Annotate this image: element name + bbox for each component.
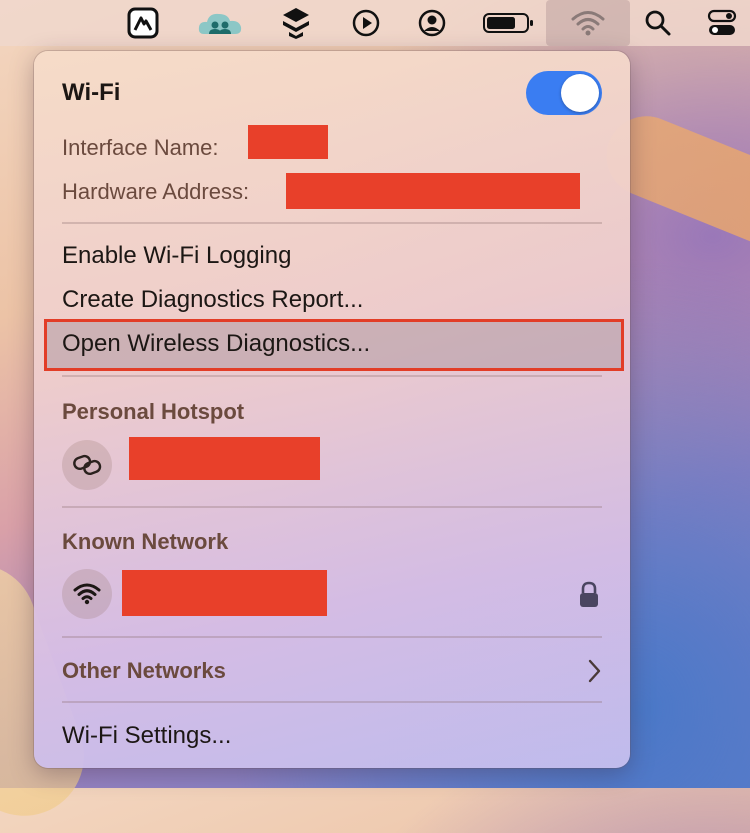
- open-wireless-diagnostics-item[interactable]: Open Wireless Diagnostics...: [62, 330, 370, 358]
- link-icon: [62, 440, 112, 490]
- other-networks-item[interactable]: Other Networks: [62, 658, 226, 684]
- create-diagnostics-report-item[interactable]: Create Diagnostics Report...: [62, 286, 363, 314]
- menu-bar: [0, 0, 750, 46]
- wifi-icon[interactable]: [546, 0, 630, 46]
- interface-name-label: Interface Name:: [62, 135, 219, 160]
- personal-hotspot-header: Personal Hotspot: [62, 399, 245, 424]
- chevron-right-icon[interactable]: [586, 658, 602, 689]
- known-network-name-redacted[interactable]: [122, 570, 327, 616]
- search-icon[interactable]: [640, 6, 676, 40]
- hotspot-name-redacted[interactable]: [129, 437, 320, 480]
- wifi-settings-item[interactable]: Wi-Fi Settings...: [62, 722, 231, 750]
- lock-icon: [578, 581, 600, 614]
- cloud-people-icon[interactable]: [195, 6, 245, 40]
- known-network-header: Known Network: [62, 529, 229, 554]
- wifi-toggle[interactable]: [526, 71, 602, 115]
- enable-wifi-logging-item[interactable]: Enable Wi-Fi Logging: [62, 242, 291, 270]
- wifi-toggle-knob: [561, 74, 599, 112]
- user-circle-icon[interactable]: [414, 6, 450, 40]
- separator: [62, 375, 602, 377]
- stack-app-icon[interactable]: [278, 6, 314, 40]
- control-center-icon[interactable]: [704, 6, 740, 40]
- wifi-title: Wi-Fi: [62, 79, 121, 106]
- play-circle-icon[interactable]: [348, 6, 384, 40]
- separator: [62, 506, 602, 508]
- hardware-address-label: Hardware Address:: [62, 179, 250, 204]
- nordvpn-icon[interactable]: [125, 6, 161, 40]
- wifi-network-icon: [62, 569, 112, 619]
- separator: [62, 636, 602, 638]
- separator: [62, 701, 602, 703]
- separator: [62, 222, 602, 224]
- battery-icon[interactable]: [480, 6, 538, 40]
- hardware-address-redacted: [286, 173, 580, 209]
- wifi-menu-panel: Wi-Fi Interface Name: Hardware Address: …: [34, 51, 630, 768]
- interface-name-redacted: [248, 125, 328, 159]
